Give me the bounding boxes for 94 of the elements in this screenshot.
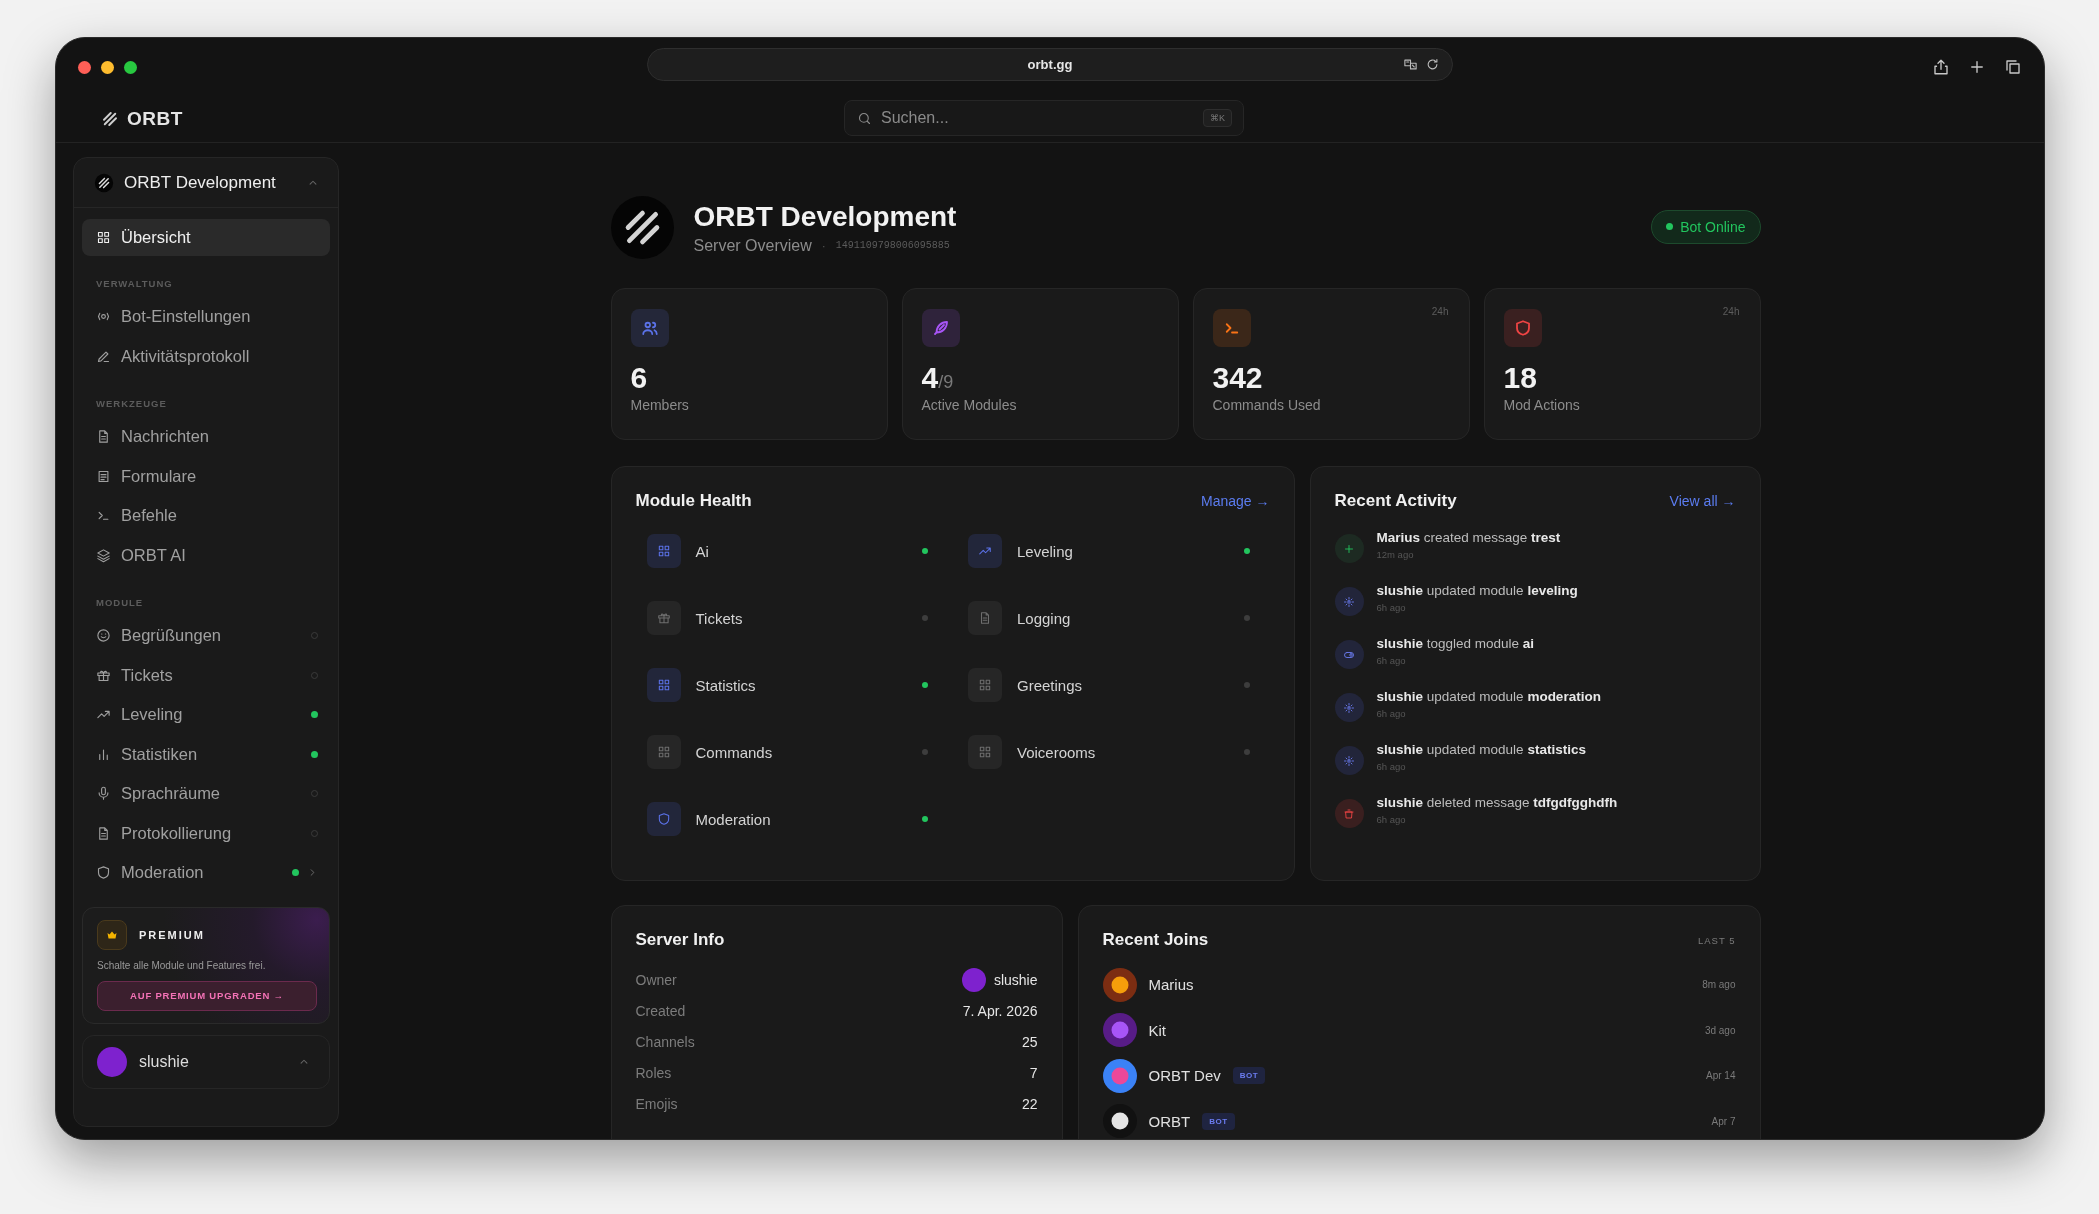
join-time: Apr 14 (1706, 1070, 1736, 1082)
info-label: Created (635, 1002, 686, 1019)
period-label: 24h (1431, 306, 1449, 317)
page-subtitle: Server Overview (693, 236, 812, 255)
status-badge: Bot Online (1651, 209, 1761, 244)
activity-text: slushie deleted message tdfgdfgghdfh (1376, 795, 1618, 810)
user-menu[interactable]: slushie (82, 1034, 330, 1089)
nav-item[interactable]: Leveling (82, 695, 330, 735)
server-switcher[interactable]: ORBT Development (74, 158, 338, 208)
module-name: Commands (695, 743, 774, 761)
stat-value: 342 (1212, 361, 1263, 394)
list-note: LAST 5 (1698, 934, 1736, 946)
bot-badge: BOT (1202, 1112, 1235, 1130)
stat-label: Members (630, 397, 690, 413)
server-name: ORBT Development (124, 172, 277, 193)
view-all-link[interactable]: View all → (1669, 493, 1736, 509)
module-name: Statistics (695, 676, 757, 694)
info-value: 22 (1021, 1095, 1038, 1112)
nav-item[interactable]: Übersicht (82, 219, 330, 256)
section-heading: MODULE (95, 596, 145, 610)
activity-text: slushie updated module leveling (1376, 583, 1578, 598)
stat-value: 4 (921, 361, 939, 394)
card-title: Recent Joins (1102, 930, 1209, 950)
nav-item[interactable]: Begrüßungen (82, 616, 330, 656)
nav-item[interactable]: Statistiken (82, 734, 330, 774)
stat-value: 18 (1503, 361, 1537, 394)
module-row[interactable]: Tickets (646, 601, 928, 635)
activity-text: Marius created message trest (1376, 530, 1561, 545)
module-row[interactable]: Greetings (968, 668, 1250, 702)
module-name: Leveling (1017, 542, 1074, 560)
module-row[interactable]: Statistics (646, 668, 928, 702)
info-value: 7 (1029, 1064, 1038, 1081)
info-value: 25 (1021, 1033, 1038, 1050)
info-label: Channels (635, 1033, 695, 1050)
module-row[interactable]: Leveling (968, 534, 1250, 568)
module-name: Greetings (1017, 676, 1084, 694)
info-value: slushie (993, 971, 1038, 988)
url-text: orbt.gg (1027, 57, 1073, 72)
module-row[interactable]: Moderation (646, 802, 928, 836)
module-name: Ai (695, 542, 710, 560)
stat-label: Mod Actions (1503, 397, 1581, 413)
period-label: 24h (1722, 306, 1740, 317)
module-name: Tickets (695, 609, 744, 627)
server-id: 1491109798006095885 (835, 240, 950, 251)
app-logo[interactable]: ORBT (127, 108, 183, 130)
join-time: 3d ago (1704, 1024, 1736, 1036)
module-row[interactable]: Commands (646, 735, 928, 769)
join-time: Apr 7 (1711, 1115, 1736, 1127)
stat-label: Commands Used (1212, 397, 1322, 413)
member-name: Kit (1148, 1021, 1166, 1039)
info-value: 7. Apr. 2026 (962, 1002, 1038, 1019)
info-label: Roles (635, 1064, 672, 1081)
nav-item[interactable]: Protokollierung (82, 813, 330, 853)
member-name: Marius (1148, 976, 1194, 994)
upgrade-button[interactable]: AUF PREMIUM UPGRADEN → (97, 980, 317, 1011)
activity-text: slushie toggled module ai (1376, 636, 1535, 651)
nav-item[interactable]: Bot-Einstellungen (82, 297, 330, 337)
nav-item[interactable]: Sprachräume (82, 774, 330, 814)
info-label: Owner (635, 971, 677, 988)
module-name: Moderation (695, 810, 772, 828)
nav-item[interactable]: ORBT AI (82, 535, 330, 575)
card-title: Server Info (635, 930, 726, 950)
section-heading: VERWALTUNG (95, 277, 174, 291)
card-title: Module Health (635, 491, 752, 511)
nav-item[interactable]: Moderation (82, 853, 330, 893)
nav-item[interactable]: Tickets (82, 655, 330, 695)
nav-item[interactable]: Formulare (82, 456, 330, 496)
premium-title: PREMIUM (139, 928, 205, 941)
module-name: Logging (1017, 609, 1072, 627)
separator: · (821, 238, 826, 253)
bot-badge: BOT (1232, 1067, 1266, 1085)
module-row[interactable]: Ai (646, 534, 928, 568)
premium-description: Schalte alle Module und Features frei. (97, 959, 267, 971)
section-heading: WERKZEUGE (95, 397, 168, 411)
card-title: Recent Activity (1334, 491, 1457, 511)
member-name: ORBT (1148, 1112, 1191, 1130)
stat-value: 6 (630, 361, 648, 394)
page-title: ORBT Development (693, 200, 958, 233)
nav-item[interactable]: Befehle (82, 496, 330, 536)
module-name: Voicerooms (1017, 743, 1097, 761)
stat-label: Active Modules (921, 397, 1018, 413)
shortcut-hint: ⌘K (1203, 109, 1232, 127)
manage-link[interactable]: Manage → (1201, 493, 1270, 509)
module-row[interactable]: Logging (968, 601, 1250, 635)
module-row[interactable]: Voicerooms (968, 735, 1250, 769)
member-name: ORBT Dev (1148, 1067, 1221, 1085)
activity-text: slushie updated module moderation (1376, 689, 1601, 704)
activity-text: slushie updated module statistics (1376, 742, 1586, 757)
info-label: Emojis (635, 1095, 678, 1112)
join-time: 8m ago (1702, 979, 1736, 991)
nav-item[interactable]: Nachrichten (82, 417, 330, 457)
address-bar[interactable]: orbt.gg (647, 48, 1453, 81)
stat-total: /9 (938, 372, 954, 392)
nav-item[interactable]: Aktivitätsprotokoll (82, 336, 330, 376)
